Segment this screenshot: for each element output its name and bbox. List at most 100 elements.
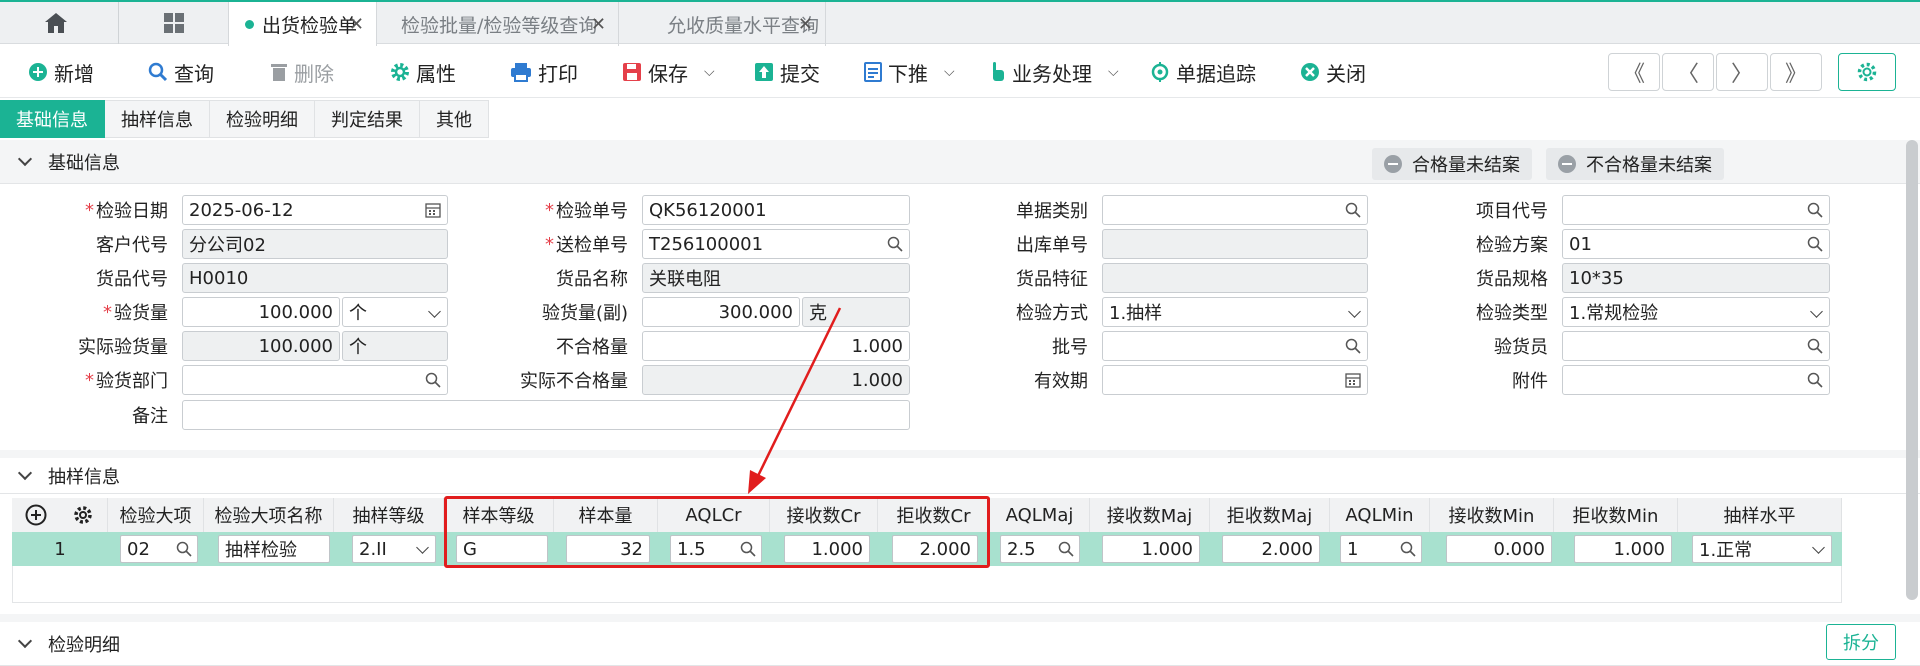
home-tab[interactable]: [0, 2, 112, 44]
tab-sampling-info[interactable]: 抽样信息: [105, 100, 210, 138]
search-icon[interactable]: [176, 541, 192, 557]
search-icon[interactable]: [887, 236, 903, 252]
inspect-no-field[interactable]: QK56120001: [642, 195, 910, 225]
calendar-icon[interactable]: [425, 202, 441, 218]
submit-button[interactable]: 提交: [754, 54, 820, 90]
tab-outgoing-inspection[interactable]: 出货检验单 ✕: [228, 2, 376, 46]
chevron-down-icon[interactable]: [1810, 305, 1823, 318]
save-button[interactable]: 保存 ⌵: [622, 54, 715, 90]
printer-icon: [511, 63, 531, 82]
new-button[interactable]: 新增: [28, 54, 94, 90]
chevron-down-icon[interactable]: [17, 633, 33, 649]
settings-button[interactable]: [1838, 53, 1896, 91]
tab-aql-query[interactable]: 允收质量水平查询 ✕: [618, 2, 826, 46]
add-row-icon[interactable]: [25, 504, 47, 526]
cell-accept-min[interactable]: 0.000: [1446, 535, 1552, 563]
sampling-info-header[interactable]: 抽样信息: [0, 450, 1920, 494]
chevron-down-icon[interactable]: ⌵: [944, 64, 955, 80]
cell-aql-maj[interactable]: 2.5: [1000, 535, 1080, 563]
search-icon[interactable]: [1807, 236, 1823, 252]
calendar-icon[interactable]: [1345, 372, 1361, 388]
last-record-button[interactable]: 》: [1770, 53, 1822, 91]
col-header-reject-min[interactable]: 拒收数Min: [1554, 498, 1678, 532]
attach-field[interactable]: [1562, 365, 1830, 395]
plan-field[interactable]: 01: [1562, 229, 1830, 259]
col-header-accept-min[interactable]: 接收数Min: [1430, 498, 1554, 532]
batch-field[interactable]: [1102, 331, 1368, 361]
chevron-down-icon[interactable]: [17, 465, 33, 481]
doc-type-field[interactable]: [1102, 195, 1368, 225]
close-icon[interactable]: ✕: [349, 14, 364, 35]
query-button[interactable]: 查询: [148, 54, 214, 90]
col-header-aql-maj[interactable]: AQLMaj: [990, 498, 1090, 532]
unqualified-open-badge[interactable]: 不合格量未结案: [1546, 148, 1724, 180]
tab-inspection-detail[interactable]: 检验明细: [210, 100, 315, 138]
trace-button[interactable]: 单据追踪: [1150, 54, 1256, 90]
col-header-accept-maj[interactable]: 接收数Maj: [1090, 498, 1210, 532]
qty-unit-select[interactable]: 个: [342, 297, 448, 327]
inspector-field[interactable]: [1562, 331, 1830, 361]
chevron-down-icon[interactable]: [416, 541, 429, 554]
tab-other[interactable]: 其他: [420, 100, 489, 138]
cell-level[interactable]: 1.正常: [1692, 535, 1832, 563]
col-header-reject-maj[interactable]: 拒收数Maj: [1210, 498, 1330, 532]
col-header-aql-min[interactable]: AQLMin: [1330, 498, 1430, 532]
push-down-button[interactable]: 下推 ⌵: [864, 54, 955, 90]
tab-judgement[interactable]: 判定结果: [315, 100, 420, 138]
method-select[interactable]: 1.抽样: [1102, 297, 1368, 327]
tab-basic-info[interactable]: 基础信息: [0, 100, 105, 138]
cell-aql-min[interactable]: 1: [1340, 535, 1422, 563]
cell-accept-maj[interactable]: 1.000: [1102, 535, 1200, 563]
chevron-down-icon[interactable]: ⌵: [704, 64, 715, 80]
gear-icon[interactable]: [72, 504, 94, 526]
search-icon[interactable]: [1807, 372, 1823, 388]
dept-field[interactable]: [182, 365, 448, 395]
cell-item[interactable]: 02: [120, 535, 198, 563]
business-button[interactable]: 业务处理 ⌵: [988, 54, 1119, 90]
search-icon[interactable]: [1807, 202, 1823, 218]
prev-record-button[interactable]: 〈: [1662, 53, 1714, 91]
project-code-field[interactable]: [1562, 195, 1830, 225]
detail-header[interactable]: 检验明细: [0, 614, 1920, 666]
cell-item-name[interactable]: 抽样检验: [218, 535, 330, 563]
button-label: 新增: [54, 61, 94, 86]
qty-field[interactable]: 100.000: [182, 297, 340, 327]
print-button[interactable]: 打印: [510, 54, 578, 90]
close-button[interactable]: 关闭: [1300, 54, 1366, 90]
tab-batch-level-query[interactable]: 检验批量/检验等级查询 ✕: [376, 2, 618, 46]
type-select[interactable]: 1.常规检验: [1562, 297, 1830, 327]
delete-button[interactable]: 删除: [270, 54, 334, 90]
apps-tab[interactable]: [118, 2, 228, 44]
chevron-down-icon[interactable]: ⌵: [1108, 64, 1119, 80]
cell-sample-level[interactable]: 2.II: [352, 535, 436, 563]
search-icon[interactable]: [1058, 541, 1074, 557]
expiry-field[interactable]: [1102, 365, 1368, 395]
split-button[interactable]: 拆分: [1826, 624, 1896, 660]
scrollbar[interactable]: [1906, 140, 1918, 600]
close-icon[interactable]: ✕: [591, 14, 606, 35]
chevron-down-icon[interactable]: [1812, 541, 1825, 554]
search-icon[interactable]: [1807, 338, 1823, 354]
col-header-sample-level[interactable]: 抽样等级: [334, 498, 444, 532]
chevron-down-icon[interactable]: [17, 151, 33, 167]
chevron-down-icon[interactable]: [1348, 305, 1361, 318]
next-record-button[interactable]: 〉: [1716, 53, 1768, 91]
properties-button[interactable]: 属性: [390, 54, 456, 90]
col-header-level[interactable]: 抽样水平: [1678, 498, 1842, 532]
search-icon[interactable]: [425, 372, 441, 388]
col-header-item-name[interactable]: 检验大项名称: [204, 498, 334, 532]
qualified-open-badge[interactable]: 合格量未结案: [1372, 148, 1532, 180]
search-icon[interactable]: [1400, 541, 1416, 557]
search-icon[interactable]: [1345, 338, 1361, 354]
chevron-down-icon[interactable]: [428, 305, 441, 318]
cell-reject-min[interactable]: 1.000: [1574, 535, 1672, 563]
submit-no-field[interactable]: T256100001: [642, 229, 910, 259]
first-record-button[interactable]: 《: [1608, 53, 1660, 91]
cell-reject-maj[interactable]: 2.000: [1222, 535, 1320, 563]
inspect-date-field[interactable]: 2025-06-12: [182, 195, 448, 225]
close-icon[interactable]: ✕: [798, 14, 813, 35]
col-header-item[interactable]: 检验大项: [108, 498, 204, 532]
item-spec-field: 10*35: [1562, 263, 1830, 293]
tab-label: 允收质量水平查询: [667, 14, 820, 37]
search-icon[interactable]: [1345, 202, 1361, 218]
